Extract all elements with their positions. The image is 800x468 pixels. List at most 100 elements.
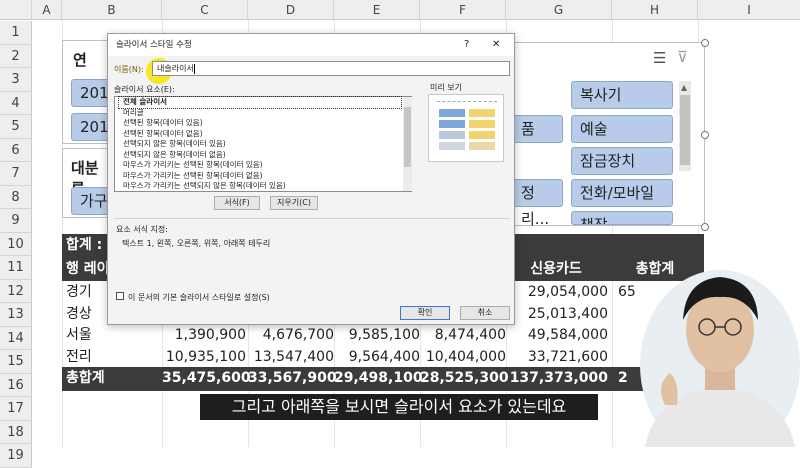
- row-label-header[interactable]: 행 레이: [66, 258, 110, 282]
- row-label: 경기: [66, 284, 92, 300]
- col-header-g[interactable]: G: [506, 0, 612, 20]
- row-header-13[interactable]: 13: [0, 303, 32, 327]
- clear-button[interactable]: 지우기(C): [270, 196, 318, 210]
- elements-scrollbar[interactable]: [403, 97, 412, 191]
- table-cell: 28,525,300: [420, 370, 509, 386]
- table-cell: 9,585,100: [348, 327, 420, 343]
- col-header-d[interactable]: D: [248, 0, 334, 20]
- row-header-9[interactable]: 9: [0, 209, 32, 233]
- slicer-category-item[interactable]: 예술: [571, 115, 673, 143]
- table-cell: 29,054,000: [527, 284, 608, 300]
- slicer-category-item[interactable]: 복사기: [571, 81, 673, 109]
- clear-filter-icon[interactable]: ⊽: [677, 48, 688, 66]
- slicer-elements-list[interactable]: 전체 슬라이서 머리글 선택된 항목(데이터 있음) 선택된 항목(데이터 없음) 선택…: [114, 96, 412, 192]
- slicer-category-item[interactable]: 가구: [71, 187, 111, 215]
- help-icon[interactable]: ?: [464, 34, 469, 56]
- row-header-12[interactable]: 12: [0, 279, 32, 303]
- slicer-category-item[interactable]: 정리...: [513, 179, 563, 228]
- table-cell: 35,475,600: [162, 370, 251, 386]
- row-header-14[interactable]: 14: [0, 326, 32, 350]
- resize-handle[interactable]: [701, 223, 709, 231]
- table-row: 서울 1,390,900 4,676,700 9,585,100 8,474,400 49…: [62, 324, 704, 348]
- preview-label: 미리 보기: [430, 83, 462, 92]
- col-header-c[interactable]: C: [162, 0, 248, 20]
- table-cell: 33,567,900: [248, 370, 337, 386]
- format-button[interactable]: 서식(F): [214, 196, 260, 210]
- list-item[interactable]: 마우스가 가리키는 선택된 항목(데이터 있음): [119, 160, 411, 171]
- slicer-category-left[interactable]: 대분류 가구: [62, 148, 111, 218]
- row-label: 전리: [66, 348, 92, 365]
- slicer-year-item[interactable]: 201: [71, 79, 111, 107]
- slicer-category-item[interactable]: 전화/모바일: [571, 179, 673, 207]
- column-header-bar: A B C D E F G H I: [0, 0, 800, 20]
- row-header-5[interactable]: 5: [0, 115, 32, 139]
- row-header-18[interactable]: 18: [0, 420, 32, 444]
- list-item[interactable]: 마우스가 가리키는 선택된 항목(데이터 없음): [119, 171, 411, 182]
- list-item[interactable]: 머리글: [119, 108, 411, 119]
- col-header-credit: 신용카드: [530, 260, 582, 277]
- total-label: 총합계: [66, 370, 105, 386]
- name-input[interactable]: 내슬라이서: [152, 61, 510, 76]
- row-header-2[interactable]: 2: [0, 44, 32, 68]
- list-item[interactable]: 선택된 항목(데이터 없음): [119, 129, 411, 140]
- table-total-row: 총합계 35,475,600 33,567,900 29,498,100 28,…: [62, 367, 704, 391]
- list-item[interactable]: 마우스가 가리키는 선택되지 않은 항목(데이터 있음): [119, 181, 411, 192]
- slicer-category-item[interactable]: 책장: [571, 211, 673, 225]
- list-item[interactable]: 선택된 항목(데이터 있음): [119, 118, 411, 129]
- table-cell: 29,498,100: [334, 370, 423, 386]
- ok-button[interactable]: 확인: [400, 306, 450, 320]
- row-header-8[interactable]: 8: [0, 185, 32, 209]
- name-label: 이름(N):: [114, 65, 144, 74]
- slicer-scrollbar[interactable]: ▲: [679, 81, 691, 171]
- list-item[interactable]: 전체 슬라이서: [118, 96, 402, 109]
- slicer-year-item[interactable]: 201: [71, 113, 111, 141]
- row-header-6[interactable]: 6: [0, 138, 32, 162]
- col-header-a[interactable]: A: [32, 0, 62, 20]
- col-header-i[interactable]: I: [698, 0, 800, 20]
- row-header-15[interactable]: 15: [0, 350, 32, 374]
- table-cell: 137,373,000: [509, 370, 608, 386]
- row-header-16[interactable]: 16: [0, 373, 32, 397]
- col-header-e[interactable]: E: [334, 0, 420, 20]
- presenter-webcam: [640, 270, 800, 447]
- slicer-category-item[interactable]: 품: [513, 115, 563, 143]
- row-header-1[interactable]: 1: [0, 21, 32, 45]
- table-cell: 4,676,700: [262, 327, 334, 343]
- cancel-button[interactable]: 취소: [460, 306, 510, 320]
- row-header-7[interactable]: 7: [0, 162, 32, 186]
- table-cell: 25,013,400: [527, 305, 608, 322]
- list-item[interactable]: 선택되지 않은 항목(데이터 없음): [119, 150, 411, 161]
- resize-handle[interactable]: [701, 39, 709, 47]
- multi-select-icon[interactable]: ☰: [653, 49, 666, 67]
- table-cell: 49,584,000: [527, 327, 608, 343]
- table-cell: 10,404,000: [425, 348, 506, 365]
- modify-slicer-style-dialog: 슬라이서 스타일 수정 ? ✕ 이름(N): 내슬라이서 슬라이서 요소(E):…: [107, 33, 515, 325]
- row-header-17[interactable]: 17: [0, 397, 32, 421]
- close-icon[interactable]: ✕: [492, 34, 500, 56]
- select-all-corner[interactable]: [0, 0, 32, 20]
- element-format-label: 요소 서식 지정:: [116, 225, 168, 234]
- col-header-h[interactable]: H: [612, 0, 698, 20]
- slicer-category-right[interactable]: ☰ ⊽ 복사기 예술 잠금장치 전화/모바일 책장 품 정리... ▲: [513, 39, 709, 231]
- slicer-year[interactable]: 연 201 201: [62, 40, 111, 144]
- style-preview: [428, 94, 504, 162]
- row-header-11[interactable]: 11: [0, 256, 32, 280]
- col-header-f[interactable]: F: [420, 0, 506, 20]
- slicer-year-title: 연: [73, 51, 87, 69]
- slicer-category-item[interactable]: 잠금장치: [571, 147, 673, 175]
- table-cell: 13,547,400: [253, 348, 334, 365]
- default-style-label: 이 문서의 기본 슬라이서 스타일로 설정(S): [128, 293, 270, 302]
- name-input-value: 내슬라이서: [157, 64, 194, 73]
- row-header-3[interactable]: 3: [0, 68, 32, 92]
- table-cell: 1,390,900: [174, 327, 246, 343]
- default-style-checkbox[interactable]: [116, 292, 124, 300]
- row-header-10[interactable]: 10: [0, 232, 32, 256]
- dialog-titlebar[interactable]: 슬라이서 스타일 수정 ? ✕: [108, 34, 514, 56]
- row-label: 서울: [66, 327, 92, 343]
- resize-handle[interactable]: [701, 131, 709, 139]
- col-header-b[interactable]: B: [62, 0, 162, 20]
- row-header-4[interactable]: 4: [0, 91, 32, 115]
- row-label: 경상: [66, 305, 92, 322]
- row-header-19[interactable]: 19: [0, 444, 32, 468]
- list-item[interactable]: 선택되지 않은 항목(데이터 있음): [119, 139, 411, 150]
